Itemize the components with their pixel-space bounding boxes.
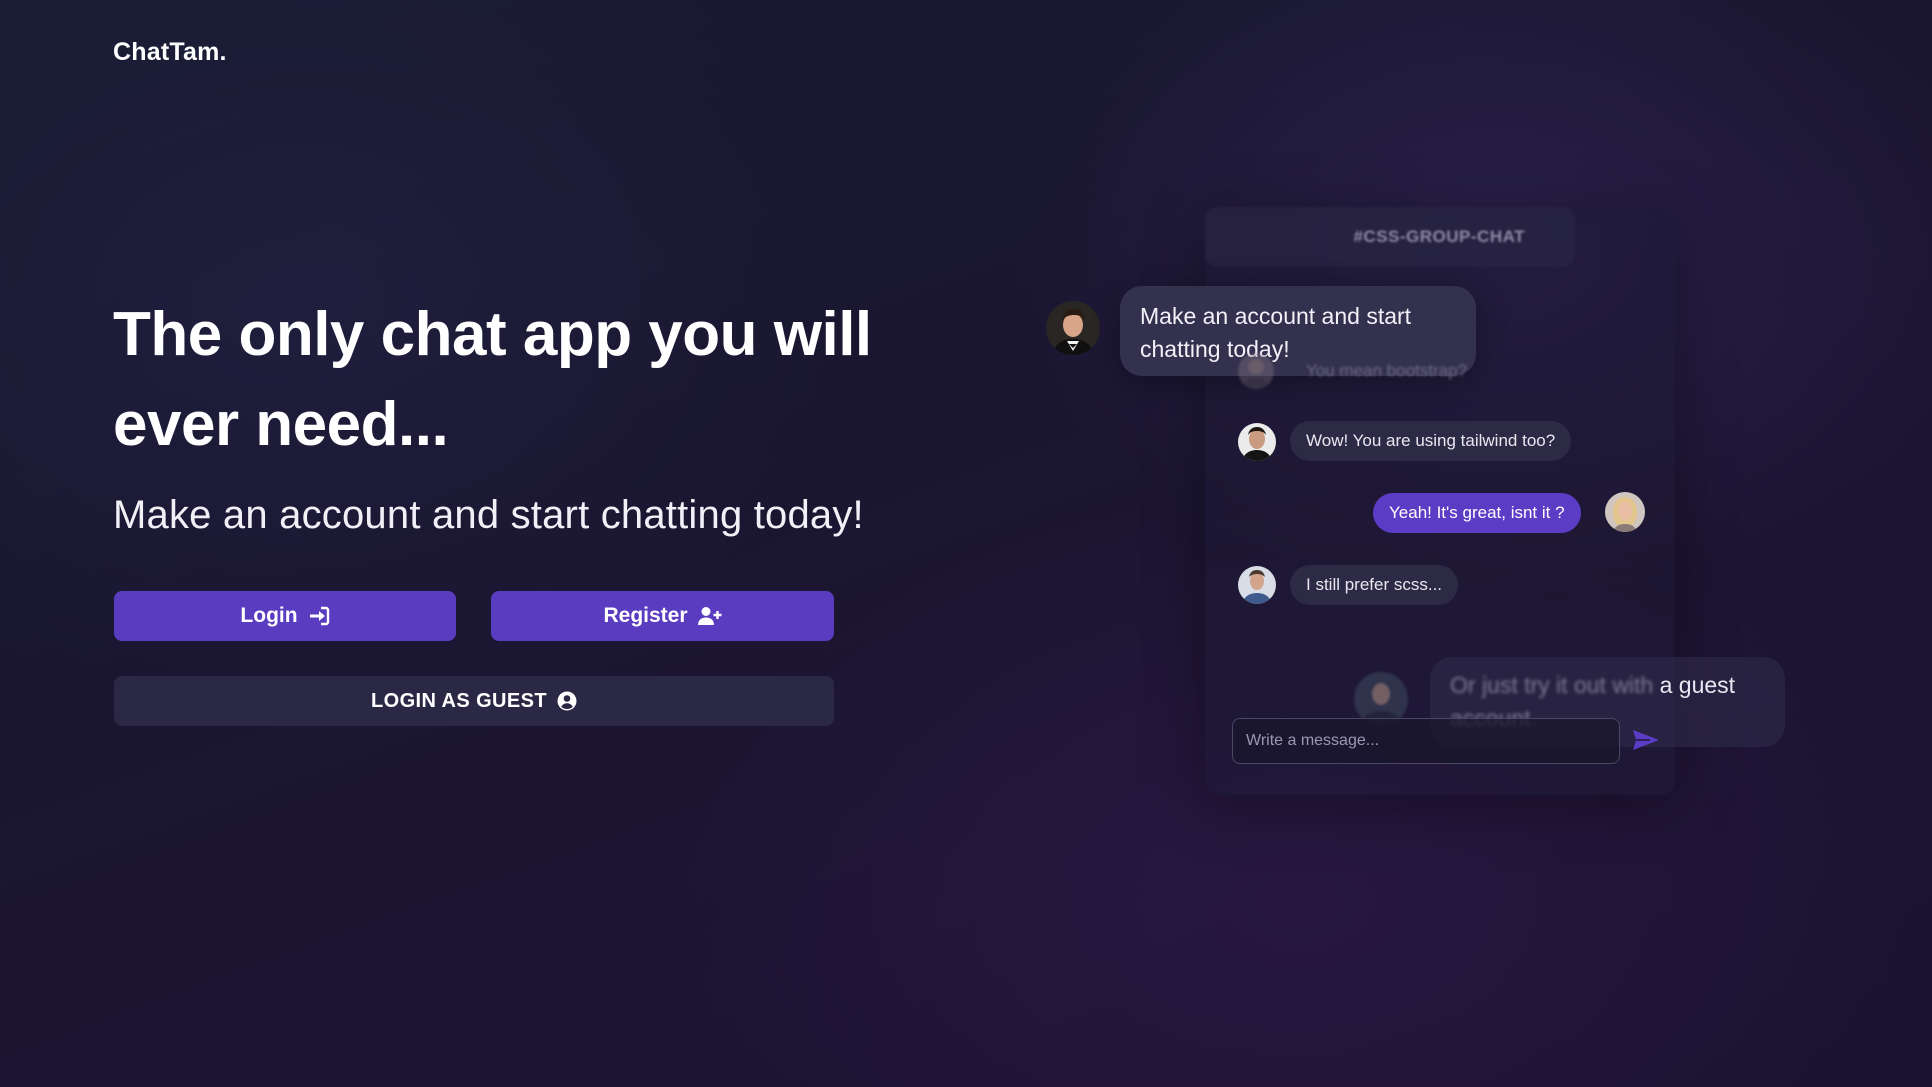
avatar — [1238, 566, 1276, 604]
send-icon — [1632, 729, 1660, 754]
avatar — [1605, 492, 1645, 532]
chat-message: I still prefer scss... — [1290, 565, 1459, 605]
login-button-label: Login — [240, 604, 298, 627]
faded-chat-message: You mean bootstrap? — [1306, 361, 1467, 380]
chat-message: Yeah! It's great, isnt it ? — [1373, 493, 1581, 533]
app-logo[interactable]: ChatTam. — [113, 38, 227, 67]
message-input[interactable] — [1232, 718, 1620, 764]
avatar — [1238, 353, 1274, 389]
avatar — [1046, 301, 1100, 355]
avatar — [1238, 423, 1276, 461]
register-button[interactable]: Register — [491, 591, 834, 641]
guest-promo-text: a guest — [1659, 672, 1736, 698]
login-button[interactable]: Login — [114, 591, 456, 641]
chat-channel-header: #CSS-GROUP-CHAT — [1205, 207, 1575, 267]
sign-in-icon — [308, 606, 330, 626]
login-as-guest-button[interactable]: LOGIN AS GUEST — [114, 676, 834, 726]
user-circle-icon — [557, 691, 577, 711]
guest-button-label: LOGIN AS GUEST — [371, 689, 547, 712]
channel-name: #CSS-GROUP-CHAT — [1353, 227, 1525, 246]
register-button-label: Register — [603, 604, 688, 627]
hero-subtitle: Make an account and start chatting today… — [113, 493, 864, 537]
user-plus-icon — [697, 606, 722, 626]
chat-message: Wow! You are using tailwind too? — [1290, 421, 1572, 461]
send-button[interactable] — [1628, 726, 1664, 756]
guest-promo-text-blurred: Or just try it out with — [1450, 672, 1654, 698]
hero-title: The only chat app you will ever need... — [113, 300, 872, 459]
